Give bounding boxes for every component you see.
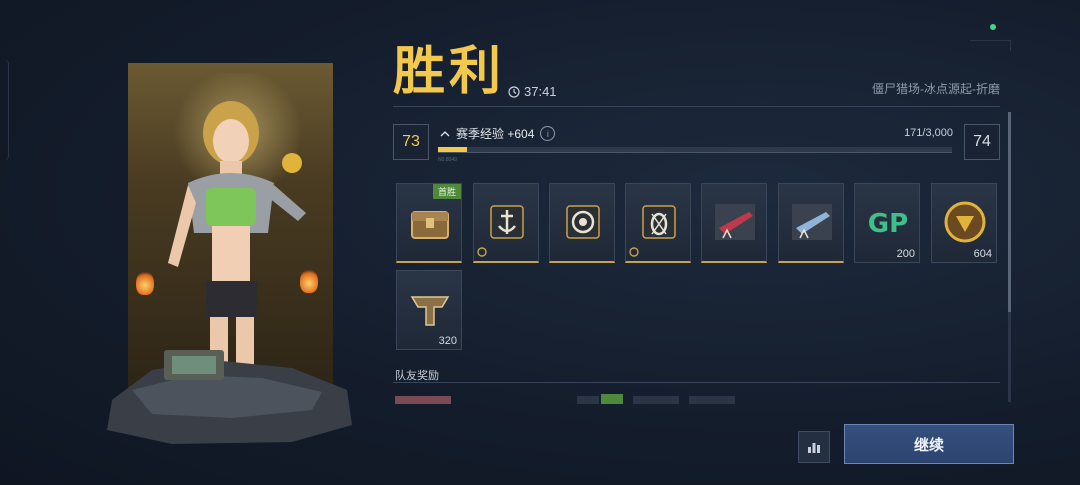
torch-left — [136, 271, 154, 295]
reward-item-target-emblem[interactable] — [549, 183, 615, 263]
character-pedestal — [107, 350, 352, 444]
reward-quantity: 200 — [896, 248, 915, 260]
bug-emblem-icon — [642, 205, 676, 239]
gold-coin-icon — [944, 201, 986, 243]
game-mode-label: 僵尸猎场-冰点源起-折磨 — [872, 82, 1000, 96]
teammate-rewards-heading: 队友奖励 — [395, 370, 439, 382]
reward-item-bug-emblem[interactable] — [625, 183, 691, 263]
chevron-up-icon — [440, 130, 450, 136]
svg-text:GP: GP — [868, 209, 908, 239]
gp-currency-icon: GP — [868, 209, 908, 239]
reward-item-blue-rifle-blueprint[interactable] — [778, 183, 844, 263]
reward-item-anchor-emblem[interactable] — [473, 183, 539, 263]
red-rifle-icon — [715, 204, 755, 240]
gear-icon — [629, 247, 639, 257]
reward-item-chest[interactable]: 首胜 — [396, 183, 462, 263]
reward-quantity: 320 — [438, 335, 457, 347]
anchor-emblem-icon — [490, 205, 524, 239]
teammate-rewards-strip — [395, 394, 735, 404]
reward-item-tier-emblem[interactable]: 320 — [396, 270, 462, 350]
continue-button[interactable]: 继续 — [844, 424, 1014, 464]
blue-rifle-icon — [792, 204, 832, 240]
reward-item-red-rifle-blueprint[interactable] — [701, 183, 767, 263]
exp-progress-bar — [438, 147, 952, 153]
season-exp-label: 赛季经验 +604 — [456, 127, 535, 141]
scrollbar-thumb[interactable] — [1008, 112, 1011, 312]
reward-quantity: 604 — [973, 248, 992, 260]
current-level: 73 — [393, 124, 429, 160]
exp-progress-fill — [438, 147, 468, 152]
header-divider — [393, 106, 1000, 107]
teammate-divider — [393, 382, 1000, 383]
rewards-scrollbar[interactable] — [1008, 112, 1011, 402]
corner-decoration — [970, 40, 1011, 51]
gear-icon — [477, 247, 487, 257]
result-title: 胜利 — [393, 42, 506, 102]
exp-count: 171/3,000 — [904, 127, 953, 139]
info-icon[interactable]: i — [540, 126, 556, 141]
reward-item-gold-coin[interactable]: 604 — [931, 183, 997, 263]
match-time: 37:41 — [524, 84, 557, 99]
tier-emblem-icon — [410, 296, 450, 326]
bar-chart-icon — [808, 443, 820, 453]
clock-icon — [508, 85, 520, 98]
target-emblem-icon — [566, 205, 600, 239]
match-timer: 37:41 — [508, 84, 557, 99]
season-exp: 赛季经验 +604 i — [440, 125, 556, 142]
stats-button[interactable] — [798, 431, 830, 463]
chest-icon — [411, 211, 449, 239]
left-edge-handle[interactable] — [0, 60, 9, 160]
exp-tag: N0.8049 — [438, 157, 457, 163]
next-level: 74 — [964, 124, 1000, 160]
reward-item-gp[interactable]: GP 200 — [854, 183, 920, 263]
first-win-badge: 首胜 — [432, 184, 461, 199]
status-dot — [990, 24, 996, 30]
